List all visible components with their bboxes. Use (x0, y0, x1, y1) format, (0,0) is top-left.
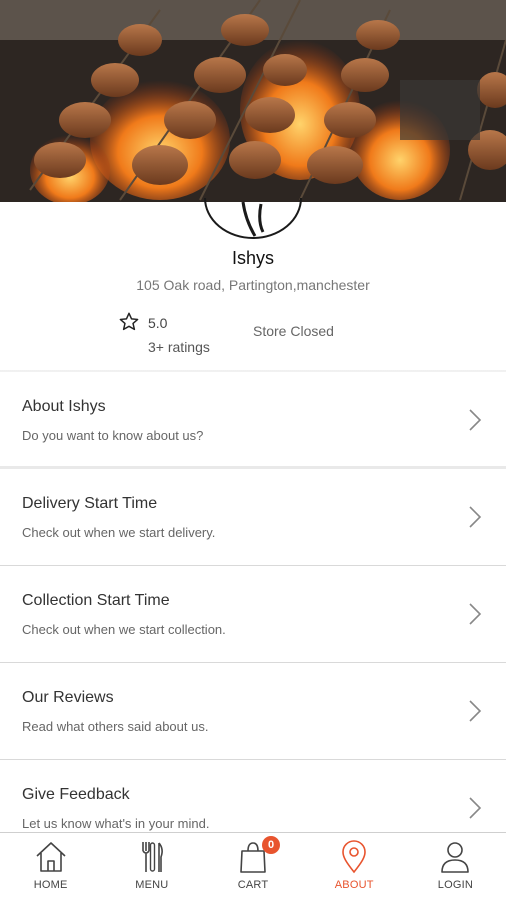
nav-login[interactable]: LOGIN (405, 833, 506, 900)
nav-label: CART (237, 879, 269, 891)
menu-item-subtitle: Do you want to know about us? (22, 428, 204, 443)
rating-value: 5.0 (148, 315, 168, 331)
store-address: 105 Oak road, Partington,manchester (136, 277, 370, 293)
chevron-right-icon (469, 506, 482, 528)
nav-home[interactable]: HOME (0, 833, 101, 900)
menu-item-subtitle: Check out when we start delivery. (22, 525, 216, 540)
menu-item-subtitle: Read what others said about us. (22, 719, 209, 734)
menu-item-collection-start-time[interactable]: Collection Start Time Check out when we … (0, 566, 506, 663)
store-logo (204, 197, 302, 239)
menu-item-subtitle: Check out when we start collection. (22, 622, 226, 637)
chevron-right-icon (469, 797, 482, 819)
user-icon (441, 842, 470, 873)
nav-about[interactable]: ABOUT (304, 833, 405, 900)
cutlery-icon (141, 842, 163, 872)
bottom-navigation-bar: HOME MENU CART ABOUT LOGIN (0, 832, 506, 900)
menu-item-title: Give Feedback (22, 786, 130, 803)
store-name: Ishys (231, 248, 274, 268)
nav-label: LOGIN (437, 879, 474, 891)
rating-count: 3+ ratings (148, 339, 210, 355)
menu-item-title: Delivery Start Time (22, 495, 158, 512)
menu-item-title: About Ishys (22, 398, 106, 415)
star-icon (119, 312, 139, 331)
cart-count-badge: 0 (262, 836, 280, 854)
menu-item-about[interactable]: About Ishys Do you want to know about us… (0, 372, 506, 469)
nav-menu[interactable]: MENU (101, 833, 202, 900)
menu-item-title: Our Reviews (22, 689, 114, 706)
menu-item-delivery-start-time[interactable]: Delivery Start Time Check out when we st… (0, 469, 506, 566)
nav-cart[interactable]: CART (202, 833, 303, 900)
about-menu-list: About Ishys Do you want to know about us… (0, 372, 506, 857)
menu-item-title: Collection Start Time (22, 592, 170, 609)
nav-label: ABOUT (334, 879, 374, 891)
chevron-right-icon (469, 603, 482, 625)
home-icon (36, 842, 66, 872)
store-status: Store Closed (253, 323, 334, 339)
menu-item-subtitle: Let us know what's in your mind. (22, 816, 210, 831)
location-pin-icon (342, 840, 367, 874)
nav-label: HOME (33, 879, 68, 891)
menu-item-our-reviews[interactable]: Our Reviews Read what others said about … (0, 663, 506, 760)
chevron-right-icon (469, 700, 482, 722)
hero-banner-image (0, 0, 506, 202)
chevron-right-icon (469, 409, 482, 431)
nav-label: MENU (135, 879, 169, 891)
